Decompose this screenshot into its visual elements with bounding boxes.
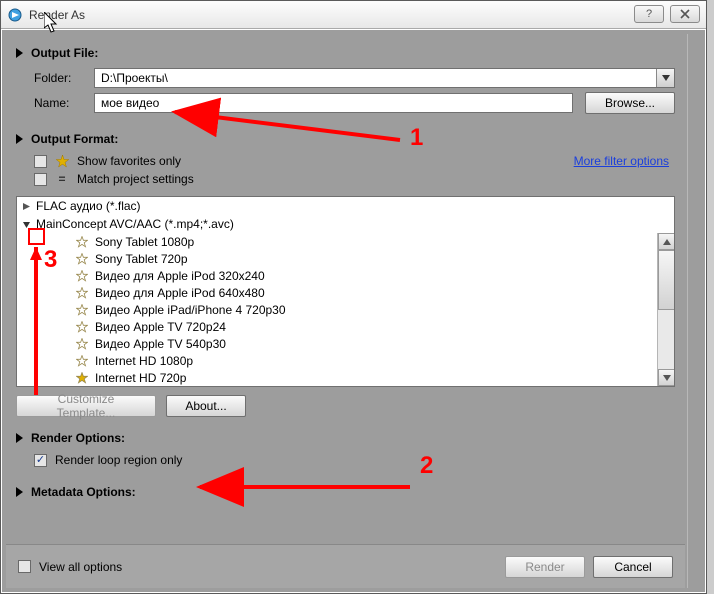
more-filter-link[interactable]: More filter options — [574, 154, 669, 168]
window-title: Render As — [29, 8, 85, 22]
expander-icon — [16, 134, 23, 144]
metadata-options-heading: Metadata Options: — [31, 485, 136, 499]
preset-item[interactable]: Sony Tablet 1080p — [17, 233, 674, 250]
preset-item[interactable]: Internet HD 720p — [17, 369, 674, 386]
preset-item[interactable]: Видео для Apple iPod 640x480 — [17, 284, 674, 301]
view-all-label: View all options — [39, 560, 122, 574]
metadata-options-header[interactable]: Metadata Options: — [16, 479, 675, 503]
view-all-checkbox[interactable] — [18, 560, 31, 573]
preset-label: Видео Apple iPad/iPhone 4 720p30 — [95, 303, 286, 317]
browse-button[interactable]: Browse... — [585, 92, 675, 114]
preset-label: Internet HD 720p — [95, 371, 186, 385]
show-favorites-label: Show favorites only — [77, 154, 181, 168]
preset-item[interactable]: Видео для Apple iPod 320x240 — [17, 267, 674, 284]
star-icon[interactable] — [75, 371, 89, 385]
star-outline-icon[interactable] — [75, 320, 89, 334]
name-label: Name: — [34, 96, 94, 110]
expander-icon — [16, 433, 23, 443]
scroll-down-button[interactable] — [658, 369, 674, 386]
star-outline-icon[interactable] — [75, 303, 89, 317]
close-button[interactable] — [670, 5, 700, 23]
preset-item[interactable]: Видео Apple TV 720p24 — [17, 318, 674, 335]
bottom-bar: View all options Render Cancel — [6, 544, 685, 588]
preset-label: Видео для Apple iPod 640x480 — [95, 286, 265, 300]
preset-label: Видео для Apple iPod 320x240 — [95, 269, 265, 283]
expand-icon[interactable] — [21, 201, 32, 212]
format-mainconcept-label: MainConcept AVC/AAC (*.mp4;*.avc) — [36, 217, 234, 231]
right-strip — [687, 34, 701, 588]
format-mainconcept-row[interactable]: MainConcept AVC/AAC (*.mp4;*.avc) — [17, 215, 674, 233]
match-project-label: Match project settings — [77, 172, 194, 186]
window-buttons: ? — [634, 5, 700, 23]
loop-region-checkbox[interactable] — [34, 454, 47, 467]
preset-item[interactable]: Internet HD 1080p — [17, 352, 674, 369]
scrollbar[interactable] — [657, 233, 674, 386]
output-file-header[interactable]: Output File: — [16, 40, 675, 64]
render-options-heading: Render Options: — [31, 431, 125, 445]
star-outline-icon[interactable] — [75, 252, 89, 266]
render-as-dialog: Render As ? Output File: Folder: D:\Прое… — [0, 0, 707, 594]
preset-label: Видео Apple TV 720p24 — [95, 320, 226, 334]
preset-list: Sony Tablet 1080p Sony Tablet 720p Видео д… — [17, 233, 674, 386]
scroll-up-button[interactable] — [658, 233, 674, 250]
star-outline-icon[interactable] — [75, 286, 89, 300]
preset-label: Internet HD 1080p — [95, 354, 193, 368]
client-area: Output File: Folder: D:\Проекты\ Name: — [2, 30, 705, 592]
scroll-thumb[interactable] — [658, 250, 674, 310]
inner-panel: Output File: Folder: D:\Проекты\ Name: — [6, 34, 685, 588]
render-button[interactable]: Render — [505, 556, 585, 578]
preset-item[interactable]: Видео Apple TV 540p30 — [17, 335, 674, 352]
loop-region-label: Render loop region only — [55, 453, 182, 467]
customize-template-button[interactable]: Customize Template... — [16, 395, 156, 417]
help-button[interactable]: ? — [634, 5, 664, 23]
star-outline-icon[interactable] — [75, 235, 89, 249]
folder-dropdown[interactable]: D:\Проекты\ — [94, 68, 675, 88]
format-flac-row[interactable]: FLAC аудио (*.flac) — [17, 197, 674, 215]
match-project-checkbox[interactable] — [34, 173, 47, 186]
output-format-header[interactable]: Output Format: — [16, 126, 675, 150]
cancel-button[interactable]: Cancel — [593, 556, 673, 578]
app-icon — [7, 7, 23, 23]
about-button[interactable]: About... — [166, 395, 246, 417]
preset-item[interactable]: Видео Apple iPad/iPhone 4 720p30 — [17, 301, 674, 318]
render-options-header[interactable]: Render Options: — [16, 425, 675, 449]
name-input[interactable] — [94, 93, 573, 113]
preset-label: Видео Apple TV 540p30 — [95, 337, 226, 351]
output-format-heading: Output Format: — [31, 132, 118, 146]
preset-item[interactable]: Sony Tablet 720p — [17, 250, 674, 267]
expander-icon — [16, 48, 23, 58]
output-file-heading: Output File: — [31, 46, 98, 60]
preset-label: Sony Tablet 720p — [95, 252, 188, 266]
format-tree: FLAC аудио (*.flac) MainConcept AVC/AAC … — [16, 196, 675, 387]
star-outline-icon[interactable] — [75, 269, 89, 283]
folder-value: D:\Проекты\ — [95, 69, 656, 87]
preset-label: Sony Tablet 1080p — [95, 235, 194, 249]
show-favorites-checkbox[interactable] — [34, 155, 47, 168]
folder-label: Folder: — [34, 71, 94, 85]
folder-dropdown-button[interactable] — [656, 69, 674, 87]
titlebar[interactable]: Render As ? — [1, 1, 706, 29]
star-icon — [55, 154, 69, 168]
collapse-icon[interactable] — [21, 219, 32, 230]
star-outline-icon[interactable] — [75, 337, 89, 351]
equals-icon: = — [55, 172, 69, 186]
format-flac-label: FLAC аудио (*.flac) — [36, 199, 141, 213]
star-outline-icon[interactable] — [75, 354, 89, 368]
expander-icon — [16, 487, 23, 497]
